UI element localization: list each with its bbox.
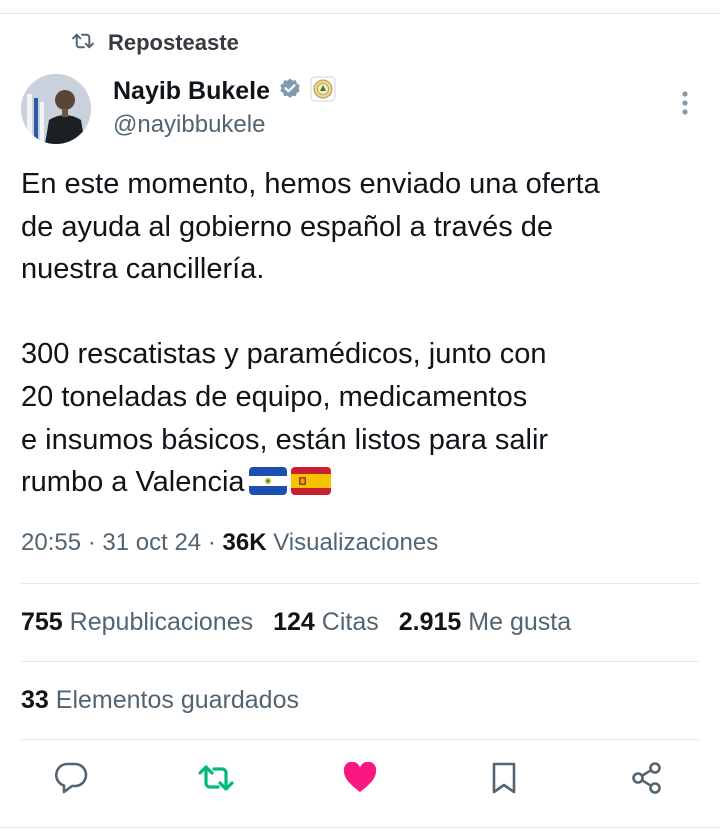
- spain-flag-icon: [290, 465, 331, 508]
- tweet-author: Nayib Bukele @nayibbukele: [21, 74, 336, 144]
- repost-button[interactable]: [194, 758, 238, 802]
- quotes-label: Citas: [321, 608, 379, 636]
- avatar[interactable]: [21, 74, 91, 144]
- share-icon: [630, 761, 664, 800]
- meta-dot: ·: [207, 529, 223, 556]
- quotes-stat[interactable]: 124 Citas: [273, 608, 379, 637]
- meta-dot: ·: [87, 529, 103, 556]
- likes-stat[interactable]: 2.915 Me gusta: [399, 608, 571, 637]
- tweet-body: En este momento, hemos enviado una ofert…: [21, 168, 600, 499]
- repost-label: Reposteaste: [108, 30, 239, 55]
- government-seal-icon[interactable]: [310, 76, 336, 107]
- more-vertical-icon[interactable]: [675, 90, 695, 121]
- repost-icon: [72, 32, 94, 55]
- action-bar: [0, 758, 720, 808]
- reply-button[interactable]: [49, 758, 93, 802]
- reposts-stat[interactable]: 755 Republicaciones: [21, 608, 253, 637]
- quotes-count: 124: [273, 608, 315, 636]
- heart-icon: [342, 761, 378, 799]
- divider: [21, 583, 699, 584]
- handle[interactable]: @nayibbukele: [113, 111, 336, 139]
- saved-count: 33: [21, 686, 49, 714]
- bookmark-button[interactable]: [482, 758, 526, 802]
- tweet-text: En este momento, hemos enviado una ofert…: [21, 163, 701, 508]
- bookmark-icon: [490, 761, 518, 800]
- verified-badge-icon[interactable]: [278, 77, 302, 106]
- likes-count: 2.915: [398, 608, 462, 636]
- divider: [21, 739, 699, 740]
- top-divider: [0, 13, 720, 14]
- likes-label: Me gusta: [468, 608, 572, 636]
- views-count: 36K: [222, 529, 267, 556]
- display-name[interactable]: Nayib Bukele: [113, 77, 270, 106]
- tweet-meta: 20:55 · 31 oct 24 · 36K Visualizaciones: [21, 529, 438, 557]
- repost-action-icon: [197, 762, 235, 799]
- reposts-count: 755: [21, 608, 63, 636]
- saved-label: Elementos guardados: [55, 686, 299, 714]
- views-label: Visualizaciones: [273, 529, 439, 556]
- el-salvador-flag-icon: [248, 465, 287, 508]
- share-button[interactable]: [625, 758, 669, 802]
- bookmarks-stat[interactable]: 33 Elementos guardados: [21, 686, 299, 715]
- like-button[interactable]: [338, 758, 382, 802]
- tweet-date[interactable]: 31 oct 24: [102, 529, 201, 556]
- engagement-stats: 755 Republicaciones 124 Citas 2.915 Me g…: [21, 608, 571, 637]
- repost-header: Reposteaste: [72, 30, 239, 56]
- bottom-divider: [0, 827, 720, 828]
- tweet-time[interactable]: 20:55: [21, 529, 81, 556]
- divider: [21, 661, 699, 662]
- reply-icon: [53, 761, 89, 800]
- reposts-label: Republicaciones: [69, 608, 254, 636]
